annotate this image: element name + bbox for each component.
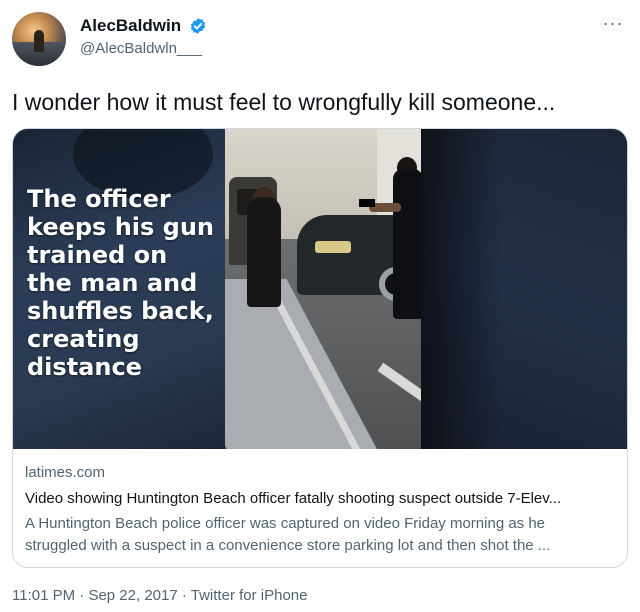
- card-domain: latimes.com: [25, 464, 106, 481]
- meta-separator: ·: [181, 587, 187, 604]
- scene-car-headlight: [315, 241, 351, 253]
- caption-line: creating: [27, 325, 140, 353]
- tweet-header: AlecBaldwin @AlecBaldwln___ ···: [12, 12, 628, 68]
- tweet-date[interactable]: Sep 22, 2017: [88, 587, 177, 604]
- card-description: A Huntington Beach police officer was ca…: [25, 513, 617, 557]
- display-name[interactable]: AlecBaldwin: [80, 16, 181, 36]
- video-frame: [225, 129, 421, 449]
- card-info[interactable]: latimes.com Video showing Huntington Bea…: [13, 449, 627, 567]
- avatar-figure: [34, 30, 44, 52]
- card-description-line: A Huntington Beach police officer was ca…: [25, 515, 546, 532]
- verified-badge-icon: [190, 18, 206, 34]
- caption-line: trained on: [27, 241, 168, 269]
- scene-gun: [359, 199, 375, 207]
- caption-line: distance: [27, 353, 142, 381]
- caption-line: shuffles back,: [27, 297, 214, 325]
- scene-suspect: [247, 197, 281, 307]
- card-description-line: struggled with a suspect in a convenienc…: [25, 537, 551, 554]
- link-card[interactable]: The officer keeps his gun trained on the…: [12, 128, 628, 568]
- tweet-source: Twitter for iPhone: [190, 587, 308, 604]
- tweet-metadata: 11:01 PM · Sep 22, 2017 · Twitter for iP…: [12, 586, 307, 606]
- scene-officer: [393, 169, 421, 319]
- media-blur-right: [421, 129, 627, 449]
- user-handle[interactable]: @AlecBaldwln___: [80, 40, 202, 58]
- ellipsis-icon[interactable]: ···: [600, 14, 626, 34]
- caption-line: The officer: [27, 185, 171, 213]
- meta-separator: ·: [79, 587, 85, 604]
- card-title[interactable]: Video showing Huntington Beach officer f…: [25, 489, 617, 509]
- caption-line: keeps his gun: [27, 213, 214, 241]
- caption-line: the man and: [27, 269, 198, 297]
- card-media[interactable]: The officer keeps his gun trained on the…: [13, 129, 627, 449]
- avatar[interactable]: [12, 12, 66, 66]
- video-caption: The officer keeps his gun trained on the…: [27, 185, 227, 381]
- tweet-text: I wonder how it must feel to wrongfully …: [12, 89, 556, 115]
- tweet-time[interactable]: 11:01 PM: [12, 587, 75, 604]
